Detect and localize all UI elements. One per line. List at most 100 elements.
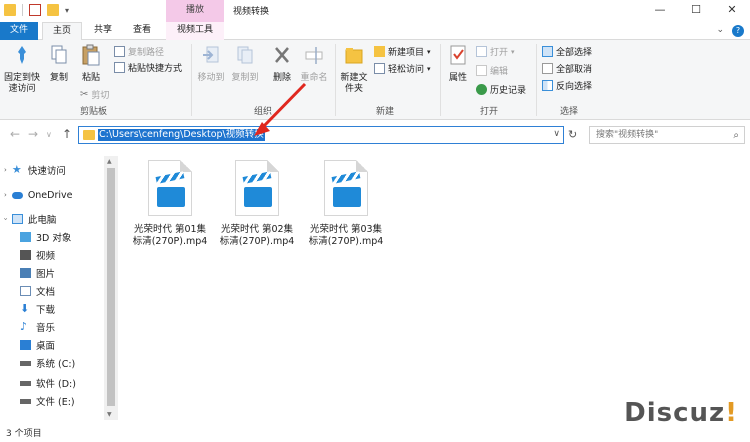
easy-access-button[interactable]: 轻松访问 ▾: [374, 62, 431, 75]
pin-quick-access-button[interactable]: 固定到快速访问: [4, 44, 40, 95]
address-bar[interactable]: C:\Users\cenfeng\Desktop\视频转换 ∨: [78, 126, 564, 144]
clipboard-group-label: 剪贴板: [80, 107, 108, 117]
nav-documents[interactable]: 文档: [20, 282, 55, 300]
nav-pictures[interactable]: 图片: [20, 264, 55, 282]
expand-ribbon-icon[interactable]: ⌄: [716, 25, 724, 37]
new-item-button[interactable]: 新建项目 ▾: [374, 45, 431, 58]
title-bar: ▾ 播放 视频转换 — ☐ ✕: [0, 0, 750, 22]
select-all-button[interactable]: 全部选择: [542, 45, 592, 58]
nav-downloads[interactable]: ⬇ 下载: [20, 300, 55, 318]
divider: [22, 4, 23, 16]
nav-quick-access[interactable]: › ★ 快速访问: [0, 161, 66, 179]
ribbon-tabs: 文件 主页 共享 查看 视频工具 ⌄ ?: [0, 22, 750, 41]
tab-file[interactable]: 文件: [0, 22, 38, 40]
chevron-right-icon: ›: [4, 191, 7, 199]
qat-dropdown-icon[interactable]: ▾: [65, 6, 69, 15]
move-to-button[interactable]: 移动到: [196, 44, 226, 84]
close-button[interactable]: ✕: [714, 0, 750, 22]
copy-label: 复制: [49, 73, 68, 83]
tab-share[interactable]: 共享: [86, 22, 120, 40]
pin-icon: [18, 46, 26, 64]
nav-drive-d[interactable]: 软件 (D:): [20, 374, 76, 392]
copy-icon: [51, 45, 67, 64]
file-name-line1: 光荣时代 第01集: [133, 224, 207, 235]
refresh-icon[interactable]: ↻: [568, 128, 577, 141]
history-icon: [476, 84, 487, 95]
recent-dropdown-icon[interactable]: ∨: [46, 130, 52, 139]
watermark-text: Discuz: [624, 398, 726, 428]
copy-to-button[interactable]: 复制到: [230, 44, 260, 84]
rename-button[interactable]: 重命名: [300, 44, 328, 84]
scroll-down-icon[interactable]: ▼: [107, 411, 112, 418]
file-item[interactable]: 光荣时代 第03集 标清(270P).mp4: [304, 160, 388, 248]
music-icon: ♪: [20, 320, 28, 333]
nav-drive-c[interactable]: 系统 (C:): [20, 354, 75, 372]
nav-onedrive[interactable]: › OneDrive: [0, 186, 72, 204]
open-button[interactable]: 打开 ▾: [476, 45, 515, 58]
rename-icon: [305, 47, 323, 64]
dropdown-arrow-icon: ▾: [511, 47, 515, 56]
edit-label: 编辑: [490, 67, 509, 77]
history-button[interactable]: 历史记录: [476, 83, 526, 96]
new-folder-button[interactable]: 新建文件夹: [339, 44, 369, 95]
cut-label: 剪切: [91, 91, 110, 101]
delete-button[interactable]: 删除: [270, 44, 294, 84]
nav-music[interactable]: ♪ 音乐: [20, 318, 55, 336]
cut-button[interactable]: ✂ 剪切: [80, 88, 109, 101]
tab-video-tools[interactable]: 视频工具: [166, 22, 224, 40]
new-folder-qat-icon[interactable]: [47, 4, 59, 16]
item-count: 3 个项目: [6, 429, 42, 439]
drive-icon: [20, 360, 31, 366]
paste-button[interactable]: 粘贴: [78, 44, 104, 84]
quick-access-toolbar: ▾: [4, 4, 69, 16]
back-arrow-icon[interactable]: ←: [10, 127, 20, 141]
new-item-label: 新建项目: [388, 48, 425, 58]
properties-button[interactable]: 属性: [446, 44, 470, 84]
file-name-line2: 标清(270P).mp4: [219, 236, 295, 247]
up-arrow-icon[interactable]: ↑: [62, 127, 72, 141]
properties-qat-icon[interactable]: [29, 4, 41, 16]
nav-label: OneDrive: [27, 189, 73, 201]
drive-icon: [20, 380, 31, 386]
nav-3d-objects[interactable]: 3D 对象: [20, 228, 71, 246]
edit-button[interactable]: 编辑: [476, 64, 508, 77]
copy-path-button[interactable]: 复制路径: [114, 45, 164, 58]
scroll-up-icon[interactable]: ▲: [107, 158, 112, 165]
paste-shortcut-button[interactable]: 粘贴快捷方式: [114, 61, 182, 74]
tab-home[interactable]: 主页: [42, 22, 82, 41]
nav-videos[interactable]: 视频: [20, 246, 55, 264]
folder-icon: [4, 4, 16, 16]
scrollbar-thumb[interactable]: [107, 168, 115, 406]
address-dropdown-icon[interactable]: ∨: [553, 129, 560, 139]
copy-button[interactable]: 复制: [46, 44, 72, 84]
nav-this-pc[interactable]: › 此电脑: [0, 210, 56, 228]
search-placeholder: 搜索"视频转换": [596, 130, 659, 140]
tab-view[interactable]: 查看: [124, 22, 160, 40]
help-icon[interactable]: ?: [732, 25, 744, 37]
nav-label: 文件 (E:): [36, 397, 75, 408]
file-item[interactable]: 光荣时代 第02集 标清(270P).mp4: [215, 160, 299, 248]
maximize-button[interactable]: ☐: [678, 0, 714, 22]
nav-scrollbar[interactable]: ▲ ▼: [104, 156, 118, 420]
minimize-button[interactable]: —: [642, 0, 678, 22]
nav-drive-e[interactable]: 文件 (E:): [20, 392, 75, 410]
address-row: ← → ∨ ↑ C:\Users\cenfeng\Desktop\视频转换 ∨ …: [0, 124, 750, 146]
nav-desktop[interactable]: 桌面: [20, 336, 55, 354]
new-folder-icon: [345, 48, 363, 64]
chevron-down-icon: ›: [1, 217, 10, 221]
select-none-button[interactable]: 全部取消: [542, 62, 592, 75]
open-group-label: 打开: [480, 107, 499, 117]
file-name-line2: 标清(270P).mp4: [308, 236, 384, 247]
copy-path-icon: [114, 46, 125, 57]
chevron-right-icon: ›: [4, 166, 7, 174]
cube-icon: [20, 232, 31, 242]
invert-selection-button[interactable]: 反向选择: [542, 79, 592, 92]
file-item[interactable]: 光荣时代 第01集 标清(270P).mp4: [128, 160, 212, 248]
divider: [335, 44, 336, 116]
paste-icon: [82, 44, 100, 66]
address-path[interactable]: C:\Users\cenfeng\Desktop\视频转换: [98, 129, 265, 141]
easy-access-label: 轻松访问: [388, 65, 425, 75]
forward-arrow-icon[interactable]: →: [28, 127, 38, 141]
nav-label: 下载: [36, 305, 56, 316]
search-input[interactable]: 搜索"视频转换" ⌕: [589, 126, 745, 144]
